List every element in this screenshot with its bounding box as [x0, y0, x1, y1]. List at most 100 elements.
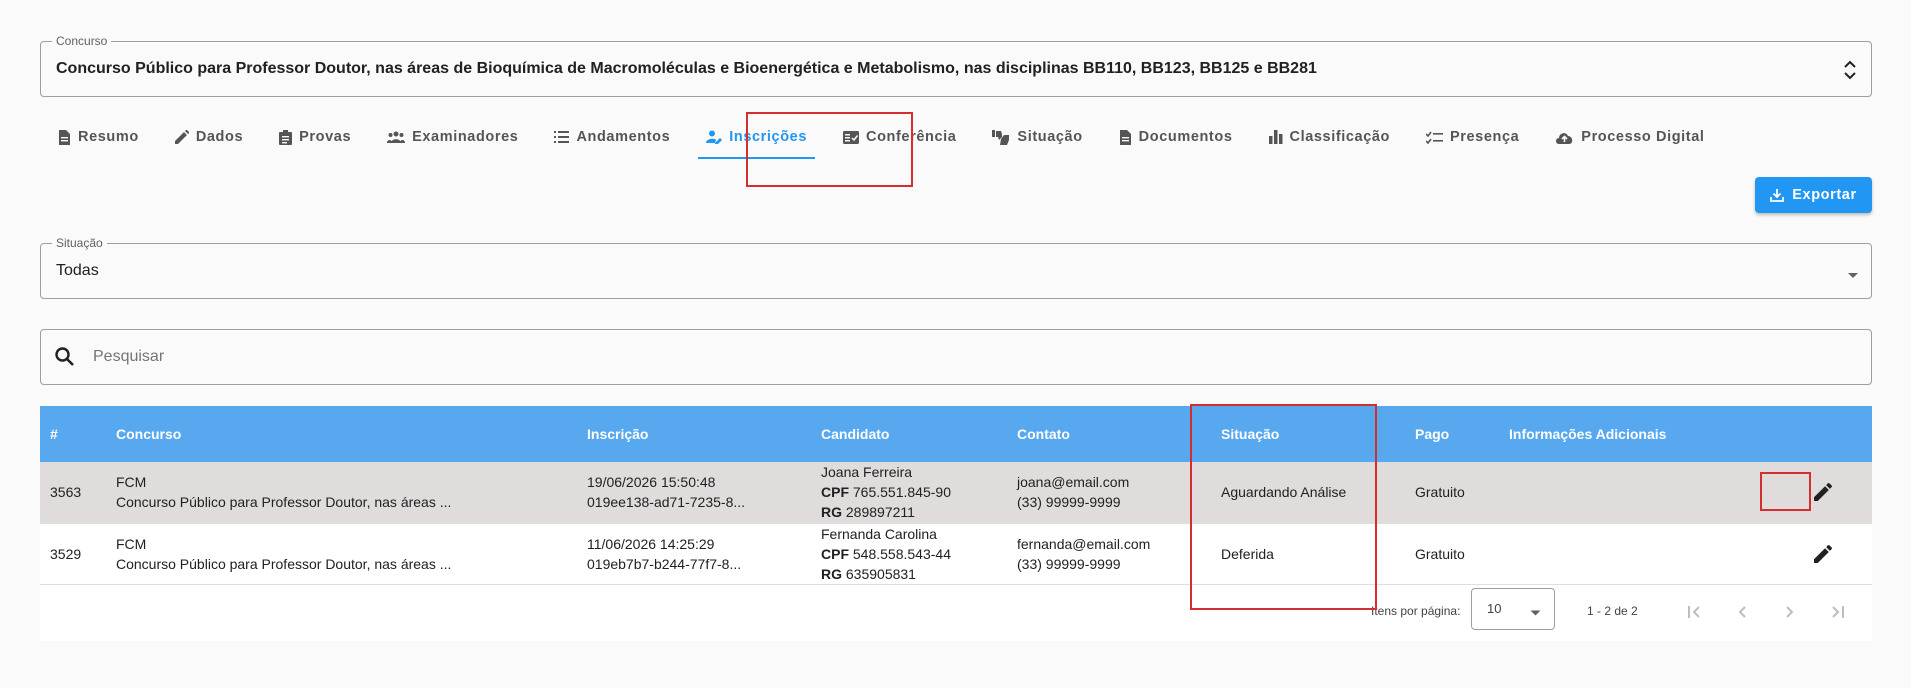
cell-candidato: Fernanda Carolina CPF 548.558.543-44 RG …: [811, 523, 1007, 584]
items-per-page-select[interactable]: 10: [1471, 588, 1555, 630]
column-header-informacoes[interactable]: Informações Adicionais: [1499, 406, 1789, 462]
first-page-icon: [1687, 606, 1701, 618]
candidate-name: Fernanda Carolina: [821, 525, 937, 542]
tab-dados[interactable]: Dados: [157, 113, 261, 161]
edit-button[interactable]: [1799, 536, 1847, 572]
contest-code: FCM: [116, 535, 147, 552]
pencil-icon: [1814, 483, 1832, 502]
cell-situacao: Deferida: [1221, 545, 1274, 562]
cell-concurso: FCM Concurso Público para Professor Dout…: [106, 462, 577, 523]
inscription-date: 19/06/2026 15:50:48: [587, 474, 716, 491]
tab-examinadores[interactable]: Examinadores: [369, 113, 536, 161]
chevron-left-icon: [1737, 606, 1747, 618]
inscriptions-table: # Concurso Inscrição Candidato Contato S…: [40, 406, 1872, 641]
cell-actions: [1789, 523, 1872, 584]
list-icon: [554, 131, 570, 143]
first-page-button[interactable]: [1676, 594, 1712, 630]
tab-presenca[interactable]: Presença: [1408, 113, 1537, 161]
search-field[interactable]: [40, 329, 1872, 385]
contest-name: Concurso Público para Professor Doutor, …: [116, 494, 452, 511]
tab-classificacao[interactable]: Classificação: [1251, 113, 1409, 161]
table-header: # Concurso Inscrição Candidato Contato S…: [40, 406, 1872, 462]
column-header-situacao[interactable]: Situação: [1211, 406, 1405, 462]
tab-label: Andamentos: [576, 129, 671, 145]
status-select[interactable]: Situação Todas: [40, 236, 1872, 299]
tab-inscricoes[interactable]: Inscrições: [688, 113, 825, 161]
cell-actions: [1789, 462, 1872, 523]
pencil-icon: [1814, 544, 1832, 563]
cell-inscricao: 11/06/2026 14:25:29 019eb7b7-b244-77f7-8…: [577, 523, 811, 584]
contact-phone: (33) 99999-9999: [1017, 494, 1121, 511]
people-icon: [387, 131, 406, 143]
inscription-id: 019ee138-ad71-7235-8...: [587, 494, 746, 511]
clipboard-icon: [279, 129, 293, 145]
contact-email: fernanda@email.com: [1017, 535, 1151, 552]
column-header-contato[interactable]: Contato: [1007, 406, 1211, 462]
status-select-value: Todas: [56, 262, 99, 279]
inscription-date: 11/06/2026 14:25:29: [587, 535, 715, 552]
tab-label: Presença: [1450, 129, 1520, 145]
previous-page-button[interactable]: [1724, 594, 1760, 630]
tab-processo-digital[interactable]: Processo Digital: [1537, 113, 1722, 161]
column-header-concurso[interactable]: Concurso: [106, 406, 577, 462]
download-icon: [1770, 188, 1785, 202]
person-edit-icon: [706, 130, 723, 144]
tab-andamentos[interactable]: Andamentos: [536, 113, 688, 161]
contest-name: Concurso Público para Professor Doutor, …: [116, 555, 452, 572]
candidate-name: Joana Ferreira: [821, 464, 913, 481]
tab-resumo[interactable]: Resumo: [40, 113, 157, 161]
tab-label: Resumo: [78, 129, 139, 145]
table-row[interactable]: 3529 FCM Concurso Público para Professor…: [40, 523, 1872, 584]
chevron-right-icon: [1785, 606, 1795, 618]
cell-candidato: Joana Ferreira CPF 765.551.845-90 RG 289…: [811, 462, 1007, 523]
column-header-id[interactable]: #: [40, 406, 106, 462]
dropdown-arrow-icon: [1530, 606, 1541, 620]
cell-id: 3563: [50, 484, 82, 501]
cell-situacao: Aguardando Análise: [1221, 484, 1347, 501]
search-icon: [54, 346, 76, 373]
contest-select-value: Concurso Público para Professor Doutor, …: [56, 60, 1317, 77]
pencil-icon: [174, 130, 189, 144]
cell-informacoes: [1499, 523, 1789, 584]
export-button[interactable]: Exportar: [1755, 177, 1872, 213]
cpf-label: CPF: [821, 545, 849, 562]
rg-label: RG: [821, 565, 842, 582]
cell-contato: joana@email.com (33) 99999-9999: [1007, 462, 1211, 523]
cell-pago: Gratuito: [1415, 484, 1465, 501]
thumbs-icon: [992, 129, 1010, 145]
edit-button[interactable]: [1799, 474, 1847, 510]
tab-label: Conferência: [866, 129, 957, 145]
tab-label: Processo Digital: [1581, 129, 1705, 145]
export-button-label: Exportar: [1792, 187, 1857, 203]
cell-contato: fernanda@email.com (33) 99999-9999: [1007, 523, 1211, 584]
cell-informacoes: [1499, 462, 1789, 523]
items-per-page-value: 10: [1487, 601, 1502, 616]
column-header-inscricao[interactable]: Inscrição: [577, 406, 811, 462]
tab-label: Classificação: [1289, 129, 1390, 145]
bar-chart-icon: [1268, 130, 1283, 144]
tab-label: Dados: [195, 129, 244, 145]
document-icon: [58, 129, 71, 145]
contact-phone: (33) 99999-9999: [1017, 555, 1121, 572]
paginator: Itens por página: 10 1 - 2 de 2: [40, 584, 1872, 640]
next-page-button[interactable]: [1772, 594, 1808, 630]
document-icon: [1119, 129, 1132, 145]
cell-inscricao: 19/06/2026 15:50:48 019ee138-ad71-7235-8…: [577, 462, 811, 523]
search-input[interactable]: [91, 330, 1791, 384]
tab-label: Provas: [299, 129, 352, 145]
tab-situacao[interactable]: Situação: [974, 113, 1100, 161]
tab-label: Documentos: [1138, 129, 1233, 145]
cloud-upload-icon: [1555, 131, 1574, 144]
tab-documentos[interactable]: Documentos: [1101, 113, 1251, 161]
checklist-icon: [1426, 131, 1443, 144]
cell-concurso: FCM Concurso Público para Professor Dout…: [106, 523, 577, 584]
candidate-rg: 289897211: [845, 504, 915, 521]
tab-conferencia[interactable]: Conferência: [825, 113, 974, 161]
cell-id: 3529: [50, 545, 82, 562]
table-row[interactable]: 3563 FCM Concurso Público para Professor…: [40, 462, 1872, 523]
last-page-button[interactable]: [1820, 594, 1856, 630]
column-header-pago[interactable]: Pago: [1405, 406, 1499, 462]
column-header-candidato[interactable]: Candidato: [811, 406, 1007, 462]
contest-select[interactable]: Concurso Concurso Público para Professor…: [40, 34, 1872, 97]
tab-provas[interactable]: Provas: [261, 113, 369, 161]
